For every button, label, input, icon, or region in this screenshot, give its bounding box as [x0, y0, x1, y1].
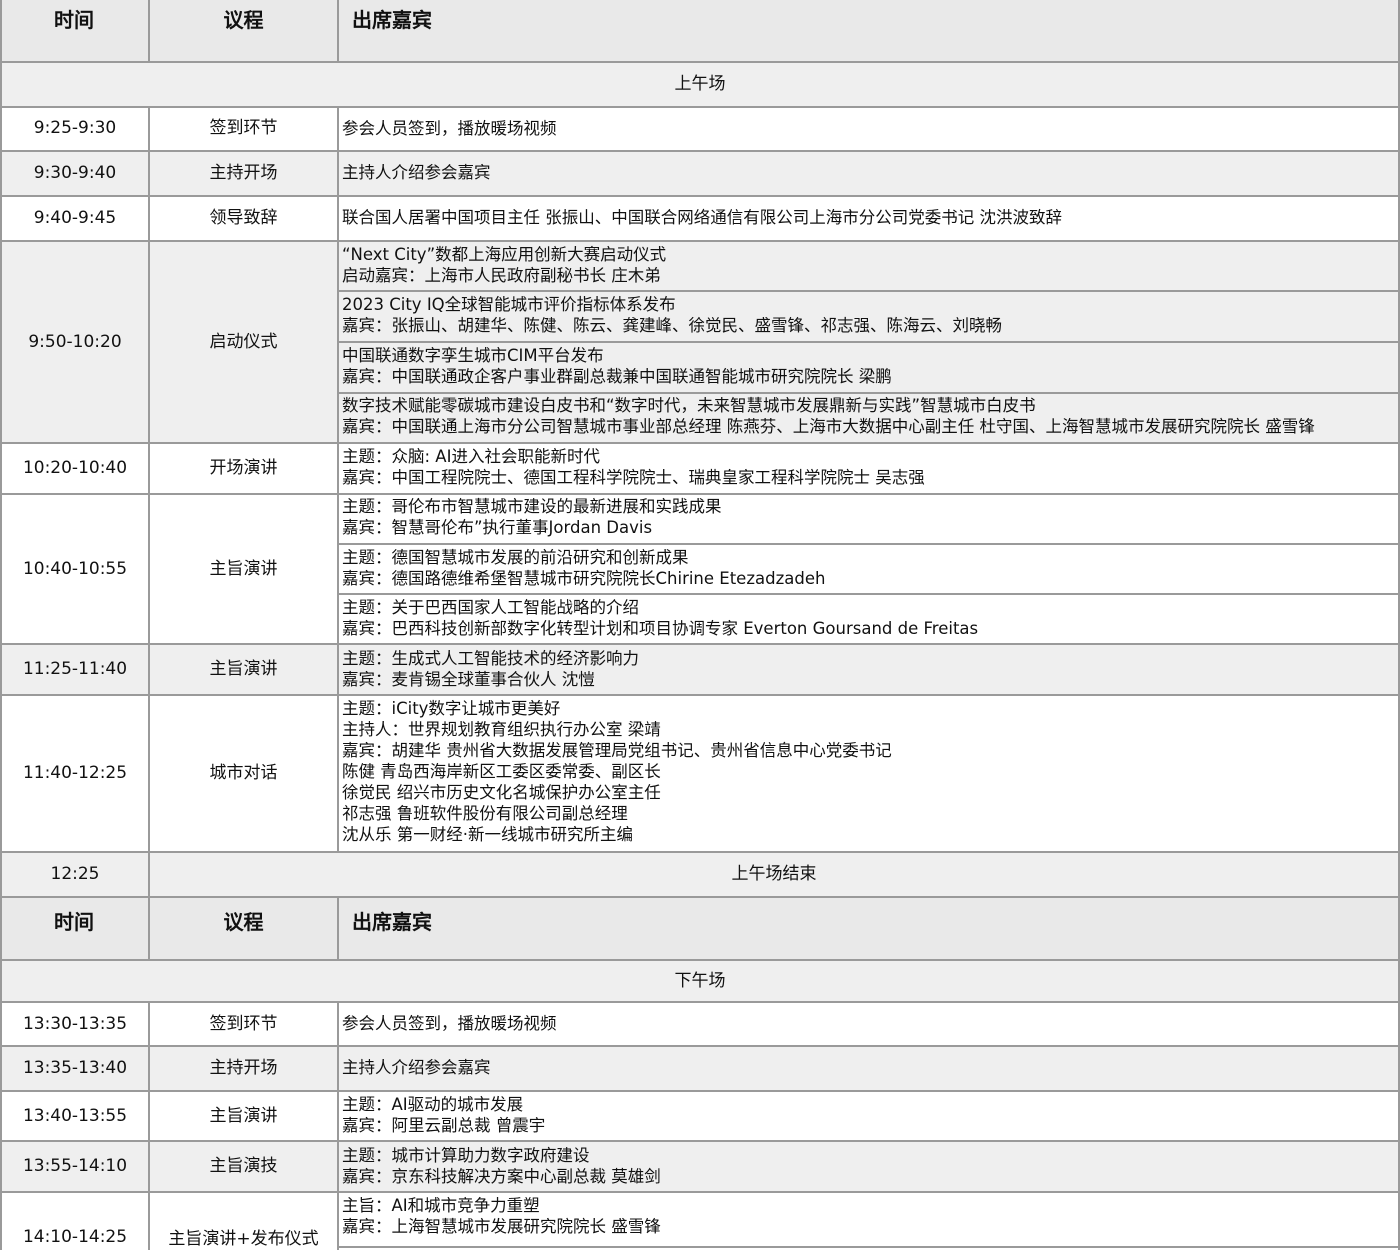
- row-guests: 主题：iCity数字让城市更美好 主持人：世界规划教育组织执行办公室 梁靖 嘉宾：胡…: [342, 699, 892, 844]
- row-guests: 参会人员签到，播放暖场视频: [342, 119, 557, 138]
- header-guests: 出席嘉宾: [352, 8, 432, 32]
- row-time: 9:50-10:20: [28, 331, 122, 352]
- end-row-time: 12:25: [50, 864, 100, 884]
- row-agenda: 主旨演讲: [209, 659, 278, 679]
- row-agenda: 主旨演讲: [209, 558, 278, 579]
- row-guests: 主旨：AI和城市竞争力重塑 嘉宾：上海智慧城市发展研究院院长 盛雪锋: [342, 1196, 661, 1236]
- section-title-pm: 下午场: [674, 970, 726, 991]
- row-time: 11:25-11:40: [22, 659, 128, 679]
- row-guests: 主题：城市计算助力数字政府建设 嘉宾：京东科技解决方案中心副总裁 莫雄剑: [342, 1146, 661, 1186]
- row-time: 9:40-9:45: [33, 208, 117, 228]
- row-agenda: 签到环节: [209, 1013, 278, 1034]
- row-time: 13:35-13:40: [22, 1058, 128, 1078]
- row-agenda: 主持开场: [209, 1058, 278, 1078]
- row-guests: 主题：哥伦布市智慧城市建设的最新进展和实践成果 嘉宾：智慧哥伦布”执行董事Jord…: [342, 497, 722, 537]
- row-guests: 主题：AI驱动的城市发展 嘉宾：阿里云副总裁 曾震宇: [342, 1095, 546, 1135]
- agenda-table: 时间 议程 出席嘉宾 上午场 9:25-9:30 签到环节 参会人员签到，播放暖…: [0, 0, 1400, 1250]
- header-time: 时间: [54, 910, 94, 934]
- row-time: 13:40-13:55: [22, 1105, 128, 1126]
- row-agenda: 主旨演技: [209, 1156, 278, 1176]
- row-agenda: 领导致辞: [209, 208, 278, 228]
- row-time: 11:40-12:25: [22, 763, 128, 783]
- row-time: 13:30-13:35: [22, 1013, 128, 1034]
- row-guests: “Next City”数都上海应用创新大赛启动仪式 启动嘉宾：上海市人民政府副秘书…: [342, 245, 667, 285]
- row-guests: 中国联通数字孪生城市CIM平台发布 嘉宾：中国联通政企客户事业群副总裁兼中国联通智…: [342, 346, 892, 386]
- row-agenda: 主旨演讲: [209, 1105, 278, 1126]
- row-guests: 主题：生成式人工智能技术的经济影响力 嘉宾：麦肯锡全球董事合伙人 沈愷: [342, 649, 639, 689]
- row-guests: 参会人员签到，播放暖场视频: [342, 1014, 557, 1033]
- header-time: 时间: [54, 8, 94, 32]
- row-time: 14:10-14:25: [22, 1226, 128, 1247]
- row-time: 9:30-9:40: [33, 163, 117, 183]
- row-guests: 数字技术赋能零碳城市建设白皮书和“数字时代，未来智慧城市发展鼎新与实践”智慧城市…: [342, 396, 1315, 436]
- row-agenda: 主旨演讲+发布仪式: [168, 1228, 319, 1249]
- row-agenda: 签到环节: [209, 118, 278, 138]
- row-time: 9:25-9:30: [33, 118, 117, 138]
- row-agenda: 主持开场: [209, 163, 278, 183]
- row-agenda: 开场演讲: [209, 458, 278, 478]
- row-guests: 主题：关于巴西国家人工智能战略的介绍 嘉宾：巴西科技创新部数字化转型计划和项目协调…: [342, 598, 979, 638]
- row-guests: 主持人介绍参会嘉宾: [342, 163, 491, 182]
- section-title-am: 上午场: [674, 73, 726, 94]
- row-time: 10:40-10:55: [22, 558, 128, 579]
- row-time: 13:55-14:10: [22, 1156, 128, 1176]
- row-guests: 2023 City IQ全球智能城市评价指标体系发布 嘉宾：张振山、胡建华、陈健、…: [342, 295, 1002, 335]
- row-guests: 联合国人居署中国项目主任 张振山、中国联合网络通信有限公司上海市分公司党委书记 …: [342, 208, 1062, 227]
- row-guests: 主持人介绍参会嘉宾: [342, 1058, 491, 1077]
- header-agenda: 议程: [223, 8, 264, 32]
- header-guests: 出席嘉宾: [352, 910, 432, 934]
- header-agenda: 议程: [223, 910, 264, 934]
- end-row-text: 上午场结束: [731, 864, 817, 884]
- row-guests: 主题：德国智慧城市发展的前沿研究和创新成果 嘉宾：德国路德维希堡智慧城市研究院院长…: [342, 548, 826, 588]
- row-agenda: 城市对话: [209, 763, 278, 783]
- row-guests: 主题：众脑: AI进入社会职能新时代 嘉宾：中国工程院院士、德国工程科学院院士、瑞…: [342, 447, 925, 487]
- row-agenda: 启动仪式: [209, 331, 278, 352]
- row-time: 10:20-10:40: [22, 458, 128, 478]
